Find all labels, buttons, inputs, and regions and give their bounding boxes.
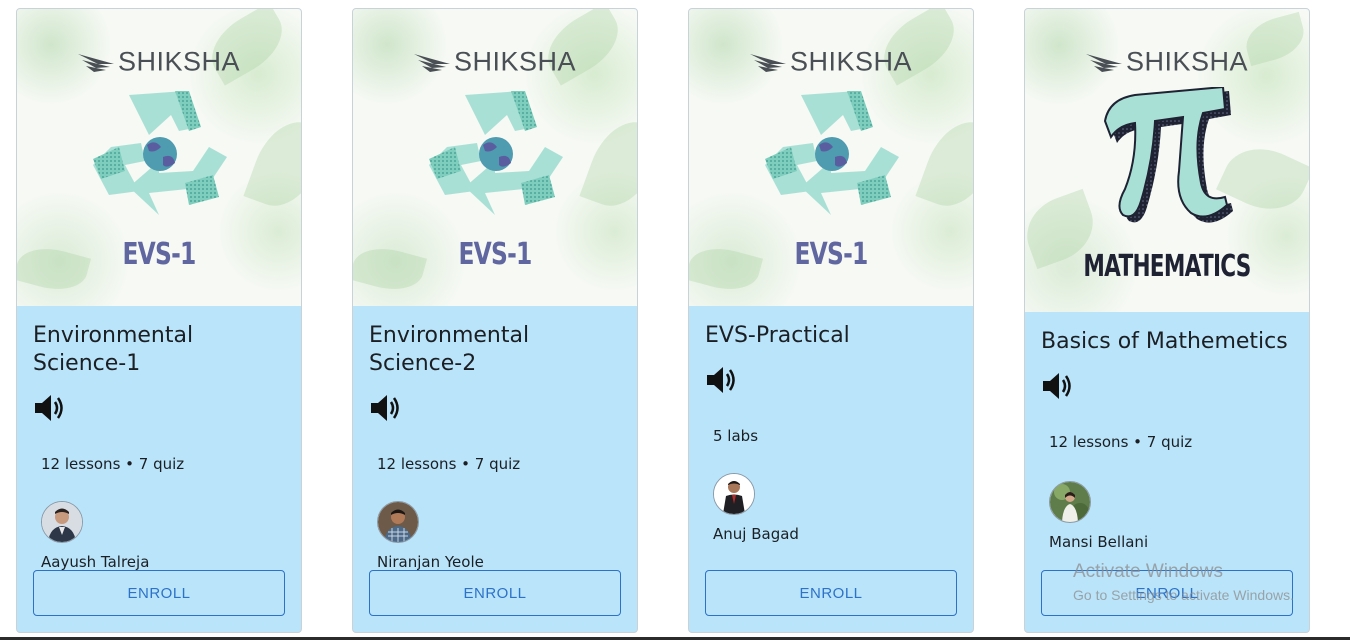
instructor-name: Aayush Talreja [41,553,150,571]
avatar [713,473,755,515]
course-title[interactable]: Environmental Science-2 [369,322,621,378]
course-meta: 12 lessons • 7 quiz [1049,433,1193,451]
avatar [41,501,83,543]
wing-icon [77,53,114,72]
instructor-name: Mansi Bellani [1049,533,1149,551]
instructor-name: Niranjan Yeole [377,553,484,571]
course-title[interactable]: Environmental Science-1 [33,322,285,378]
shiksha-logo: SHIKSHA [17,45,301,77]
speaker-icon[interactable] [1041,370,1075,402]
avatar [377,501,419,543]
avatar [1049,481,1091,523]
course-card[interactable]: SHIKSHA EVS-1 Environmental Science-2 12… [352,8,638,633]
speaker-icon[interactable] [33,392,67,424]
thumbnail-label: EVS-1 [458,237,532,272]
instructor: Anuj Bagad [713,473,957,543]
course-meta: 12 lessons • 7 quiz [41,455,185,473]
recycle-globe-icon [93,91,227,215]
instructor-name: Anuj Bagad [713,525,799,543]
recycle-globe-icon [765,91,899,215]
enroll-button[interactable]: ENROLL [1041,570,1293,616]
enroll-button[interactable]: ENROLL [369,570,621,616]
course-thumbnail[interactable]: SHIKSHA EVS-1 [689,9,973,306]
shiksha-logo: SHIKSHA [1025,45,1309,77]
course-meta: 5 labs [713,427,759,445]
course-card[interactable]: SHIKSHA EVS-1 EVS-Practical 5 labs Anuj … [688,8,974,633]
course-thumbnail[interactable]: SHIKSHA EVS-1 [17,9,301,306]
shiksha-logo: SHIKSHA [353,45,637,77]
speaker-icon[interactable] [705,364,739,396]
instructor: Niranjan Yeole [377,501,621,571]
wing-icon [413,53,450,72]
course-thumbnail[interactable]: SHIKSHA MATHEMATICS [1025,9,1309,312]
course-card[interactable]: SHIKSHA EVS-1 Environmental Science-1 12… [16,8,302,633]
wing-icon [749,53,786,72]
thumbnail-label: EVS-1 [122,237,196,272]
course-meta: 12 lessons • 7 quiz [377,455,521,473]
wing-icon [1085,53,1122,72]
instructor: Aayush Talreja [41,501,285,571]
speaker-icon[interactable] [369,392,403,424]
course-title[interactable]: EVS-Practical [705,322,957,350]
thumbnail-label: EVS-1 [794,237,868,272]
thumbnail-label: MATHEMATICS [1083,249,1251,284]
pi-symbol-icon [1103,87,1233,223]
enroll-button[interactable]: ENROLL [33,570,285,616]
instructor: Mansi Bellani [1049,481,1293,551]
course-card[interactable]: SHIKSHA MATHEMATICS Basics of Mathemetic… [1024,8,1310,633]
recycle-globe-icon [429,91,563,215]
course-thumbnail[interactable]: SHIKSHA EVS-1 [353,9,637,306]
course-title[interactable]: Basics of Mathemetics [1041,328,1293,356]
enroll-button[interactable]: ENROLL [705,570,957,616]
shiksha-logo: SHIKSHA [689,45,973,77]
